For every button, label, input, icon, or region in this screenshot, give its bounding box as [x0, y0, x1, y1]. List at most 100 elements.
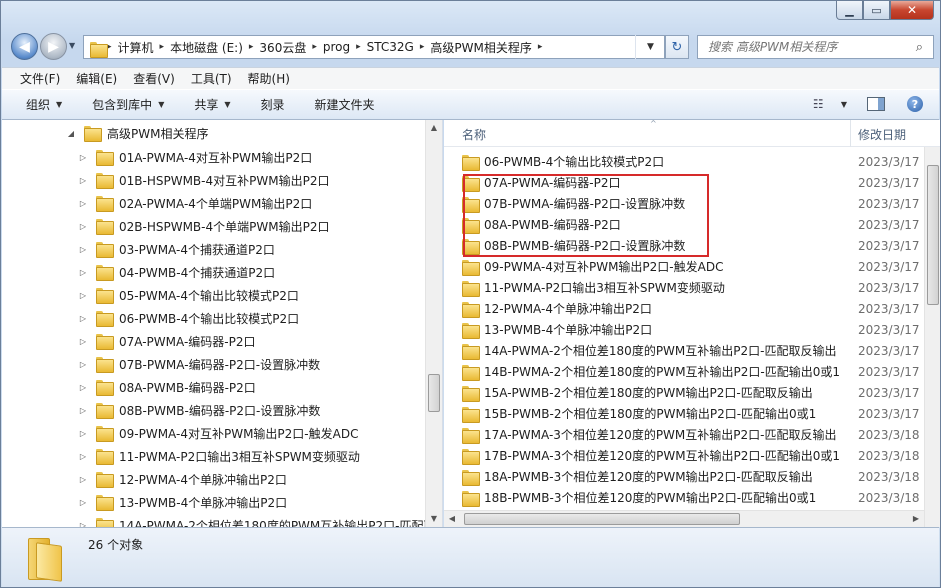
file-row[interactable]: 15A-PWMB-2个相位差180度的PWM输出P2口-匹配取反输出 2023/3…: [444, 382, 940, 403]
breadcrumb-drive-e[interactable]: 本地磁盘 (E:): [165, 39, 248, 56]
search-input[interactable]: [708, 40, 898, 54]
minimize-button[interactable]: ▁: [836, 1, 863, 20]
breadcrumb-stc32g[interactable]: STC32G: [362, 40, 419, 54]
collapsed-triangle-icon[interactable]: ▷: [78, 498, 88, 507]
file-vertical-scrollbar[interactable]: [924, 147, 940, 527]
tree-item-label: 04-PWMB-4个捕获通道P2口: [119, 265, 276, 280]
address-history-dropdown[interactable]: ▼: [635, 35, 665, 59]
file-row[interactable]: 13-PWMB-4个单脉冲输出P2口 2023/3/17: [444, 319, 940, 340]
collapsed-triangle-icon[interactable]: ▷: [78, 291, 88, 300]
tree-item[interactable]: ▷ 07A-PWMA-编码器-P2口: [78, 330, 255, 352]
file-vscroll-thumb[interactable]: [927, 165, 939, 305]
menu-edit[interactable]: 编辑(E): [70, 70, 127, 87]
tree-item[interactable]: ▷ 12-PWMA-4个单脉冲输出P2口: [78, 468, 287, 490]
file-date: 2023/3/18: [858, 469, 920, 484]
tree-item[interactable]: ▷ 14A-PWMA-2个相位差180度的PWM互补输出P2口-匹配取: [78, 514, 435, 527]
tree-item[interactable]: ▷ 05-PWMA-4个输出比较模式P2口: [78, 284, 299, 306]
file-row[interactable]: 06-PWMB-4个输出比较模式P2口 2023/3/17: [444, 151, 940, 172]
breadcrumb-prog[interactable]: prog: [318, 40, 355, 54]
file-hscroll-thumb[interactable]: [464, 513, 740, 525]
tree-item[interactable]: ▷ 02B-HSPWMB-4个单端PWM输出P2口: [78, 215, 329, 237]
close-button[interactable]: ✕: [890, 1, 934, 20]
recent-pages-dropdown[interactable]: ▼: [69, 41, 81, 53]
collapsed-triangle-icon[interactable]: ▷: [78, 475, 88, 484]
nav-scrollbar-thumb[interactable]: [428, 374, 440, 412]
share-button[interactable]: 共享 ▼: [188, 96, 244, 113]
file-row[interactable]: 15B-PWMB-2个相位差180度的PWM输出P2口-匹配输出0或1 2023/…: [444, 403, 940, 424]
column-name-header[interactable]: 名称: [462, 126, 486, 143]
menu-tools[interactable]: 工具(T): [185, 70, 242, 87]
collapsed-triangle-icon[interactable]: ▷: [78, 199, 88, 208]
tree-item[interactable]: ▷ 08B-PWMB-编码器-P2口-设置脉冲数: [78, 399, 320, 421]
tree-item[interactable]: ▷ 11-PWMA-P2口输出3相互补SPWM变频驱动: [78, 445, 360, 467]
column-date-header[interactable]: 修改日期: [858, 126, 906, 143]
tree-item[interactable]: ▷ 02A-PWMA-4个单端PWM输出P2口: [78, 192, 312, 214]
tree-item[interactable]: ▷ 09-PWMA-4对互补PWM输出P2口-触发ADC: [78, 422, 358, 444]
scroll-left-icon[interactable]: ◀: [444, 511, 460, 527]
expanded-triangle-icon[interactable]: ◢: [66, 129, 76, 138]
folder-icon: [462, 301, 480, 318]
tree-root-folder[interactable]: ◢ 高级PWM相关程序: [66, 122, 208, 144]
column-divider[interactable]: [850, 120, 851, 147]
file-row[interactable]: 11-PWMA-P2口输出3相互补SPWM变频驱动 2023/3/17: [444, 277, 940, 298]
address-bar[interactable]: ▸ 计算机 ▸ 本地磁盘 (E:) ▸ 360云盘 ▸ prog ▸ STC32…: [83, 35, 665, 59]
tree-item[interactable]: ▷ 03-PWMA-4个捕获通道P2口: [78, 238, 275, 260]
tree-item[interactable]: ▷ 04-PWMB-4个捕获通道P2口: [78, 261, 275, 283]
collapsed-triangle-icon[interactable]: ▷: [78, 222, 88, 231]
breadcrumb-current-folder[interactable]: 高级PWM相关程序: [425, 39, 536, 56]
collapsed-triangle-icon[interactable]: ▷: [78, 337, 88, 346]
file-row[interactable]: 09-PWMA-4对互补PWM输出P2口-触发ADC 2023/3/17: [444, 256, 940, 277]
tree-item[interactable]: ▷ 07B-PWMA-编码器-P2口-设置脉冲数: [78, 353, 320, 375]
new-folder-button[interactable]: 新建文件夹: [309, 96, 389, 113]
file-horizontal-scrollbar[interactable]: ◀ ▶: [444, 510, 924, 527]
breadcrumb-computer[interactable]: 计算机: [113, 39, 159, 56]
search-icon[interactable]: ⌕: [916, 40, 923, 55]
burn-button[interactable]: 刻录: [255, 96, 299, 113]
caret-down-icon[interactable]: ▼: [841, 100, 847, 109]
file-row[interactable]: 17A-PWMA-3个相位差120度的PWM互补输出P2口-匹配取反输出 2023…: [444, 424, 940, 445]
menu-file[interactable]: 文件(F): [14, 70, 70, 87]
collapsed-triangle-icon[interactable]: ▷: [78, 176, 88, 185]
folder-icon: [96, 196, 114, 212]
tree-item[interactable]: ▷ 01B-HSPWMB-4对互补PWM输出P2口: [78, 169, 329, 191]
menu-help[interactable]: 帮助(H): [242, 70, 300, 87]
collapsed-triangle-icon[interactable]: ▷: [78, 245, 88, 254]
file-name: 14B-PWMA-2个相位差180度的PWM互补输出P2口-匹配输出0或1: [484, 365, 841, 379]
help-icon[interactable]: ?: [907, 96, 923, 112]
refresh-button[interactable]: ↻: [665, 35, 689, 59]
tree-item[interactable]: ▷ 06-PWMB-4个输出比较模式P2口: [78, 307, 299, 329]
tree-item[interactable]: ▷ 08A-PWMB-编码器-P2口: [78, 376, 256, 398]
collapsed-triangle-icon[interactable]: ▷: [78, 268, 88, 277]
file-row[interactable]: 14A-PWMA-2个相位差180度的PWM互补输出P2口-匹配取反输出 2023…: [444, 340, 940, 361]
file-row[interactable]: 18A-PWMB-3个相位差120度的PWM输出P2口-匹配取反输出 2023/3…: [444, 466, 940, 487]
include-in-library-button[interactable]: 包含到库中 ▼: [86, 96, 178, 113]
collapsed-triangle-icon[interactable]: ▷: [78, 429, 88, 438]
maximize-button[interactable]: ▭: [863, 1, 890, 20]
scroll-down-icon[interactable]: ▼: [426, 511, 442, 527]
file-row[interactable]: 14B-PWMA-2个相位差180度的PWM互补输出P2口-匹配输出0或1 202…: [444, 361, 940, 382]
preview-pane-icon[interactable]: [867, 97, 885, 111]
nav-scrollbar[interactable]: ▲ ▼: [425, 120, 442, 527]
view-options-icon[interactable]: ☷: [813, 97, 831, 111]
organize-button[interactable]: 组织 ▼: [20, 96, 76, 113]
collapsed-triangle-icon[interactable]: ▷: [78, 406, 88, 415]
collapsed-triangle-icon[interactable]: ▷: [78, 153, 88, 162]
back-button[interactable]: ◀: [11, 33, 38, 60]
folder-icon: [462, 385, 480, 402]
tree-item[interactable]: ▷ 13-PWMB-4个单脉冲输出P2口: [78, 491, 287, 513]
file-row[interactable]: 17B-PWMA-3个相位差120度的PWM互补输出P2口-匹配输出0或1 202…: [444, 445, 940, 466]
scroll-right-icon[interactable]: ▶: [908, 511, 924, 527]
file-row[interactable]: 18B-PWMB-3个相位差120度的PWM输出P2口-匹配输出0或1 2023/…: [444, 487, 940, 508]
chevron-right-icon[interactable]: ▸: [537, 42, 544, 52]
file-row[interactable]: 12-PWMA-4个单脉冲输出P2口 2023/3/17: [444, 298, 940, 319]
collapsed-triangle-icon[interactable]: ▷: [78, 314, 88, 323]
breadcrumb-360cloud[interactable]: 360云盘: [254, 39, 311, 56]
menu-view[interactable]: 查看(V): [127, 70, 185, 87]
tree-item[interactable]: ▷ 01A-PWMA-4对互补PWM输出P2口: [78, 146, 312, 168]
search-box[interactable]: ⌕: [697, 35, 934, 59]
collapsed-triangle-icon[interactable]: ▷: [78, 360, 88, 369]
collapsed-triangle-icon[interactable]: ▷: [78, 452, 88, 461]
collapsed-triangle-icon[interactable]: ▷: [78, 383, 88, 392]
scroll-up-icon[interactable]: ▲: [426, 120, 442, 136]
forward-button[interactable]: ▶: [40, 33, 67, 60]
